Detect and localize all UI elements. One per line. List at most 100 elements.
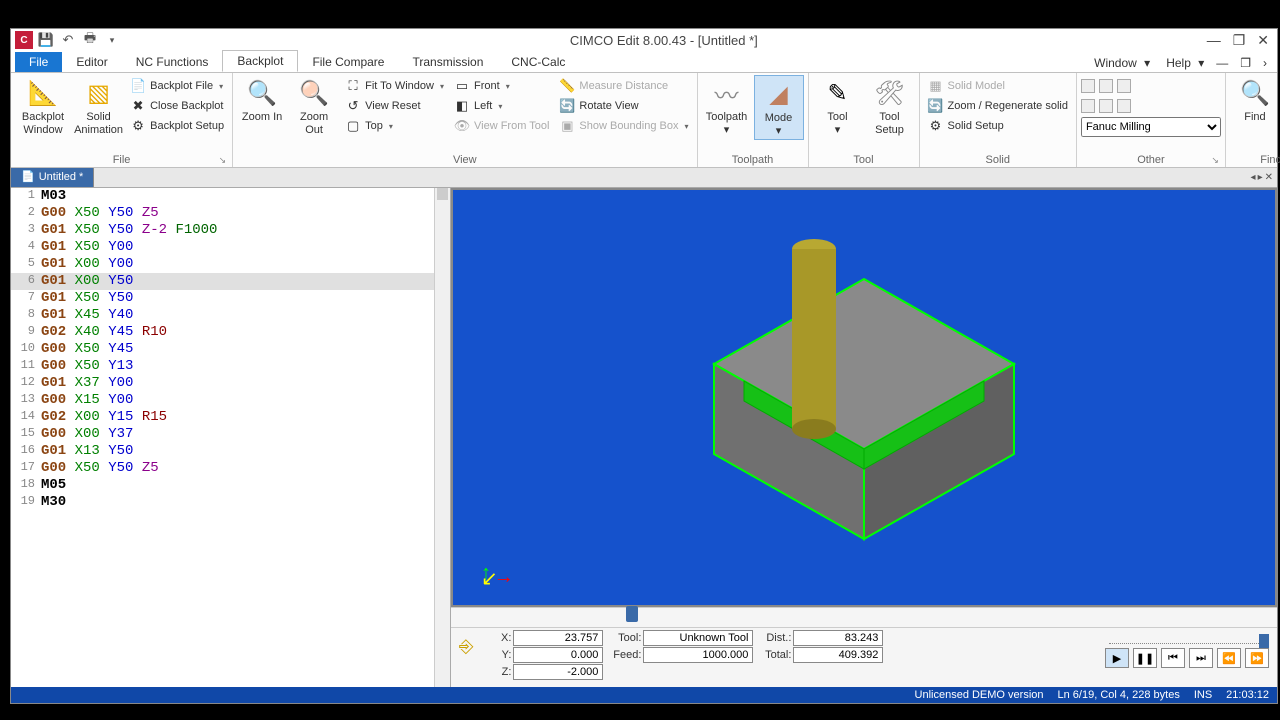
code-line[interactable]: 3G01 X50 Y50 Z-2 F1000 [11,222,450,239]
step-fwd-button[interactable]: ⏭ [1189,648,1213,668]
code-line[interactable]: 4G01 X50 Y00 [11,239,450,256]
feed-label: Feed: [609,649,641,661]
window-menu[interactable]: Window ▾ [1086,54,1154,72]
z-readout [513,664,603,680]
solid-setup-button[interactable]: ⚙Solid Setup [924,117,1072,135]
code-line[interactable]: 2G00 X50 Y50 Z5 [11,205,450,222]
fast-fwd-button[interactable]: ⏩ [1245,648,1269,668]
code-line[interactable]: 17G00 X50 Y50 Z5 [11,460,450,477]
code-line[interactable]: 18M05 [11,477,450,494]
editor-scrollbar[interactable] [434,188,450,687]
dist-readout [793,630,883,646]
tab-prev-icon[interactable]: ◂ [1251,172,1256,183]
top-view-button[interactable]: ▢Top▾ [341,117,448,135]
code-line[interactable]: 15G00 X00 Y37 [11,426,450,443]
tab-cnc-calc[interactable]: CNC-Calc [497,52,579,72]
close-backplot-button[interactable]: ✖Close Backplot [126,97,228,115]
help-menu[interactable]: Help ▾ [1158,54,1208,72]
code-editor[interactable]: 1M032G00 X50 Y50 Z53G01 X50 Y50 Z-2 F100… [11,188,451,687]
other-btn1-icon[interactable] [1081,79,1095,93]
tab-next-icon[interactable]: ▸ [1258,172,1263,183]
speed-slider[interactable] [1109,630,1269,644]
other-btn6-icon[interactable] [1117,99,1131,113]
tool-setup-button[interactable]: 🛠Tool Setup [865,75,915,138]
code-line[interactable]: 11G00 X50 Y13 [11,358,450,375]
other-btn4-icon[interactable] [1081,99,1095,113]
find-button[interactable]: 🔍Find [1230,75,1280,126]
left-view-button[interactable]: ◧Left▾ [450,97,553,115]
minimize-icon[interactable]: — [1207,32,1221,49]
y-label: Y: [479,649,511,661]
pause-button[interactable]: ❚❚ [1133,648,1157,668]
group-label-toolpath: Toolpath [702,153,804,167]
rotate-view-button[interactable]: 🔄Rotate View [555,97,692,115]
code-line[interactable]: 5G01 X00 Y00 [11,256,450,273]
document-tabs: 📄Untitled * ◂ ▸ ✕ [11,168,1277,188]
print-icon[interactable]: 🖶 [81,31,99,49]
timeline-slider[interactable] [451,607,1277,627]
tool-label: Tool: [609,632,641,644]
code-line[interactable]: 9G02 X40 Y45 R10 [11,324,450,341]
code-line[interactable]: 8G01 X45 Y40 [11,307,450,324]
tab-transmission[interactable]: Transmission [398,52,497,72]
other-btn2-icon[interactable] [1099,79,1113,93]
other-btn3-icon[interactable] [1117,79,1131,93]
tool-indicator-icon: ⎆ [459,630,473,657]
tab-nc-functions[interactable]: NC Functions [122,52,223,72]
group-label-other: Other [1137,154,1165,166]
fast-back-button[interactable]: ⏪ [1217,648,1241,668]
z-label: Z: [479,666,511,678]
maximize-icon[interactable]: ❐ [1233,32,1246,49]
front-view-button[interactable]: ▭Front▾ [450,77,553,95]
backplot-setup-button[interactable]: ⚙Backplot Setup [126,117,228,135]
code-line[interactable]: 7G01 X50 Y50 [11,290,450,307]
view-reset-button[interactable]: ↺View Reset [341,97,448,115]
fit-to-window-button[interactable]: ⛶Fit To Window▾ [341,77,448,95]
close-icon[interactable]: ✕ [1257,32,1269,49]
timeline-handle-icon[interactable] [626,606,638,622]
code-line[interactable]: 16G01 X13 Y50 [11,443,450,460]
tab-file-compare[interactable]: File Compare [298,52,398,72]
file-menu[interactable]: File [15,52,62,72]
code-line[interactable]: 14G02 X00 Y15 R15 [11,409,450,426]
document-tab[interactable]: 📄Untitled * [11,168,94,187]
step-back-button[interactable]: ⏮ [1161,648,1185,668]
ribbon-minimize-icon[interactable]: — [1212,54,1232,72]
measure-distance-button: 📏Measure Distance [555,77,692,95]
group-label-tool: Tool [813,153,915,167]
other-group-launcher-icon[interactable]: ↘ [1211,155,1219,166]
other-btn5-icon[interactable] [1099,99,1113,113]
backplot-window-button[interactable]: 📐Backplot Window [15,75,71,138]
code-line[interactable]: 6G01 X00 Y50 [11,273,450,290]
regenerate-solid-button[interactable]: 🔄Zoom / Regenerate solid [924,97,1072,115]
toolpath-button[interactable]: 〰Toolpath▾ [702,75,752,138]
ribbon-more-icon[interactable]: › [1259,54,1271,72]
zoom-out-button[interactable]: 🔍Zoom Out [289,75,339,138]
solid-animation-button[interactable]: ▧Solid Animation [73,75,124,138]
backplot-file-button[interactable]: 📄Backplot File▾ [126,77,228,95]
tab-close-icon[interactable]: ✕ [1265,172,1273,183]
code-line[interactable]: 13G00 X15 Y00 [11,392,450,409]
solid-model-button: ▦Solid Model [924,77,1072,95]
ribbon-restore-icon[interactable]: ❐ [1236,54,1255,72]
qat-dropdown-icon[interactable]: ▾ [103,31,121,49]
status-ins: INS [1194,689,1212,701]
zoom-in-button[interactable]: 🔍Zoom In [237,75,287,126]
play-button[interactable]: ▶ [1105,648,1129,668]
code-line[interactable]: 10G00 X50 Y45 [11,341,450,358]
total-label: Total: [759,649,791,661]
tool-button[interactable]: ✎Tool▾ [813,75,863,138]
code-line[interactable]: 19M30 [11,494,450,511]
tab-editor[interactable]: Editor [62,52,121,72]
mode-button[interactable]: ◢Mode▾ [754,75,804,140]
code-line[interactable]: 1M03 [11,188,450,205]
code-line[interactable]: 12G01 X37 Y00 [11,375,450,392]
file-group-launcher-icon[interactable]: ↘ [219,155,227,166]
tab-backplot[interactable]: Backplot [222,50,298,72]
control-select[interactable]: Fanuc Milling [1081,117,1221,137]
y-readout [513,647,603,663]
speed-handle-icon[interactable] [1259,634,1269,648]
3d-viewport[interactable]: ↑↙→ [451,188,1277,607]
save-icon[interactable]: 💾 [37,31,55,49]
undo-icon[interactable]: ↶ [59,31,77,49]
